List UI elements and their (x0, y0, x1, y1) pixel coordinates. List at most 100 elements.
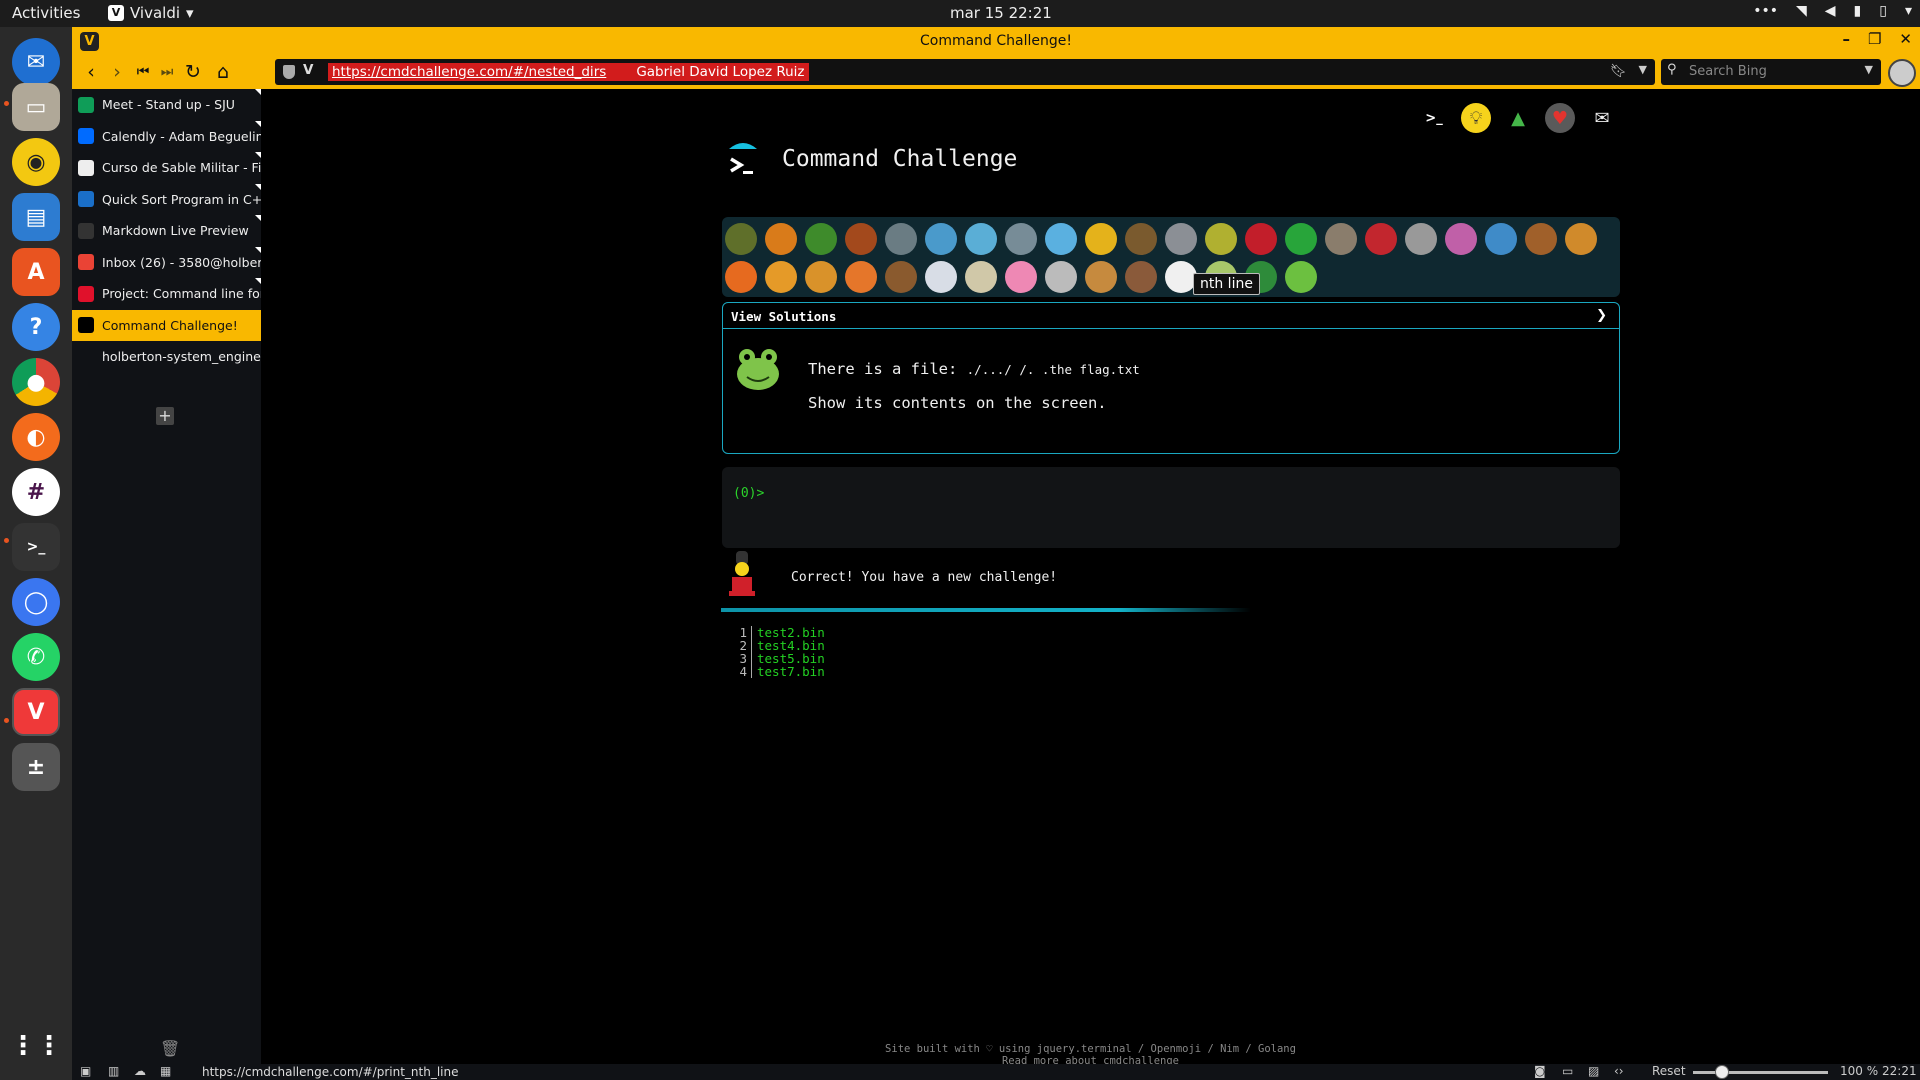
reload-icon[interactable]: ↻ (182, 61, 204, 83)
tab-item[interactable]: Curso de Sable Militar - Fig (72, 152, 261, 184)
challenge-emoji-icon[interactable] (885, 223, 917, 255)
url-dropdown-icon[interactable]: ▼ (1639, 63, 1647, 76)
search-field[interactable]: ⚲ Search Bing ▼ (1661, 59, 1881, 85)
rhythmbox-icon[interactable]: ◉ (12, 138, 60, 186)
more-icon[interactable]: ••• (1753, 3, 1778, 19)
system-clock[interactable]: mar 15 22:21 (950, 4, 1052, 22)
tab-item[interactable]: Project: Command line for (72, 278, 261, 310)
tab-item[interactable]: Command Challenge! (72, 309, 261, 341)
back-icon[interactable]: ‹ (80, 61, 102, 83)
challenge-emoji-icon[interactable] (845, 223, 877, 255)
challenge-emoji-icon[interactable] (765, 223, 797, 255)
images-icon[interactable]: ▨ (1588, 1064, 1599, 1078)
challenge-emoji-icon[interactable] (845, 261, 877, 293)
challenge-emoji-icon[interactable] (1325, 223, 1357, 255)
challenge-emoji-icon[interactable] (1565, 223, 1597, 255)
chrome-icon[interactable]: ● (12, 358, 60, 406)
challenge-emoji-icon[interactable] (925, 223, 957, 255)
tab-item[interactable]: Calendly - Adam Beguelin (72, 120, 261, 153)
new-tab-button[interactable]: + (156, 407, 174, 425)
challenge-emoji-icon[interactable] (765, 261, 797, 293)
help-icon[interactable]: ? (12, 303, 60, 351)
cloud-sync-icon[interactable]: ☁ (134, 1064, 146, 1078)
challenge-emoji-icon[interactable] (1285, 223, 1317, 255)
challenge-emoji-icon[interactable] (1485, 223, 1517, 255)
bookmark-icon[interactable]: 🔖︎ (1610, 63, 1627, 79)
code-icon[interactable]: ‹› (1614, 1064, 1624, 1078)
site-info-icon[interactable]: V (303, 62, 313, 78)
challenge-emoji-icon[interactable] (1405, 223, 1437, 255)
challenge-emoji-icon[interactable] (725, 223, 757, 255)
power-icon[interactable]: ▾ (1905, 3, 1912, 19)
maximize-icon[interactable]: ❐ (1868, 30, 1881, 48)
microphone-icon[interactable]: ▮ (1854, 3, 1862, 19)
title-bar[interactable]: V Command Challenge! – ❐ ✕ (72, 27, 1920, 56)
trash-icon[interactable]: 🗑︎ (160, 1039, 180, 1058)
challenge-emoji-icon[interactable] (1125, 223, 1157, 255)
battery-icon[interactable]: ▯ (1879, 3, 1887, 19)
close-icon[interactable]: ✕ (1899, 30, 1912, 48)
challenge-emoji-icon[interactable] (1445, 223, 1477, 255)
tab-item[interactable]: Inbox (26) - 3580@holbert (72, 246, 261, 279)
shield-icon[interactable] (283, 65, 295, 79)
zoom-reset[interactable]: Reset (1652, 1064, 1686, 1078)
thunderbird-icon[interactable]: ✉ (12, 38, 60, 86)
challenge-emoji-icon[interactable] (885, 261, 917, 293)
terminal-mini-icon[interactable]: >_ (1419, 103, 1449, 133)
home-icon[interactable]: ⌂ (212, 61, 234, 83)
writer-icon[interactable]: ▤ (12, 193, 60, 241)
challenge-emoji-icon[interactable] (1005, 261, 1037, 293)
app-grid-icon[interactable]: ⋮⋮ (10, 1022, 62, 1070)
profile-avatar[interactable] (1888, 59, 1916, 87)
calculator-icon[interactable]: ± (12, 743, 60, 791)
challenge-emoji-icon[interactable] (1165, 223, 1197, 255)
challenge-emoji-icon[interactable] (1525, 223, 1557, 255)
view-solutions-header[interactable]: View Solutions (723, 303, 1619, 329)
challenge-emoji-icon[interactable] (925, 261, 957, 293)
chevron-right-icon[interactable]: ❯ (1596, 308, 1607, 323)
challenge-emoji-icon[interactable] (805, 261, 837, 293)
signal-icon[interactable]: ◯ (12, 578, 60, 626)
challenge-emoji-icon[interactable] (1085, 223, 1117, 255)
terminal-icon[interactable]: >_ (12, 523, 60, 571)
challenge-emoji-icon[interactable] (1245, 223, 1277, 255)
challenge-emoji-icon[interactable] (1125, 261, 1157, 293)
challenge-emoji-icon[interactable] (725, 261, 757, 293)
files-icon[interactable]: ▭ (12, 83, 60, 131)
panel-toggle-icon[interactable]: ▣ (80, 1064, 91, 1078)
heart-icon[interactable]: ♥ (1545, 103, 1575, 133)
forward-icon[interactable]: › (106, 61, 128, 83)
volume-icon[interactable]: ◀ (1825, 3, 1836, 19)
software-icon[interactable]: A (12, 248, 60, 296)
system-tray[interactable]: ••• ◥ ◀ ▮ ▯ ▾ (1753, 3, 1912, 19)
search-engine-dropdown-icon[interactable]: ▼ (1865, 63, 1873, 76)
challenge-emoji-icon[interactable] (1045, 261, 1077, 293)
wifi-icon[interactable]: ◥ (1796, 3, 1807, 19)
lightbulb-icon[interactable]: 💡︎ (1461, 103, 1491, 133)
url-field[interactable]: V https://cmdchallenge.com/#/nested_dirs… (275, 59, 1655, 85)
capture-icon[interactable]: ◙ (1534, 1064, 1546, 1078)
challenge-emoji-icon[interactable] (1005, 223, 1037, 255)
tiling-icon[interactable]: ▥ (108, 1064, 119, 1078)
zoom-slider-knob[interactable] (1715, 1065, 1729, 1079)
fast-forward-icon[interactable]: ⏭ (156, 61, 178, 83)
rewind-icon[interactable]: ⏮ (132, 61, 154, 83)
minimize-icon[interactable]: – (1842, 30, 1850, 48)
firefox-icon[interactable]: ◐ (12, 413, 60, 461)
challenge-emoji-icon[interactable] (1045, 223, 1077, 255)
tab-item[interactable]: Meet - Stand up - SJU (72, 89, 261, 121)
challenge-emoji-icon[interactable] (965, 261, 997, 293)
window-icon[interactable]: ▭ (1562, 1064, 1573, 1078)
mail-icon[interactable]: ✉ (1587, 103, 1617, 133)
zoom-slider[interactable] (1693, 1065, 1828, 1079)
slack-icon[interactable]: # (12, 468, 60, 516)
challenge-emoji-icon[interactable] (1365, 223, 1397, 255)
tab-item[interactable]: Quick Sort Program in C++ (72, 183, 261, 216)
vivaldi-dock-icon[interactable]: V (12, 688, 60, 736)
clock-status-icon[interactable]: ▦ (160, 1064, 171, 1078)
activities-button[interactable]: Activities (12, 4, 80, 22)
challenge-emoji-icon[interactable] (805, 223, 837, 255)
challenge-emoji-icon[interactable] (1085, 261, 1117, 293)
challenge-emoji-icon[interactable] (1285, 261, 1317, 293)
tab-item[interactable]: Markdown Live Preview (72, 215, 261, 247)
